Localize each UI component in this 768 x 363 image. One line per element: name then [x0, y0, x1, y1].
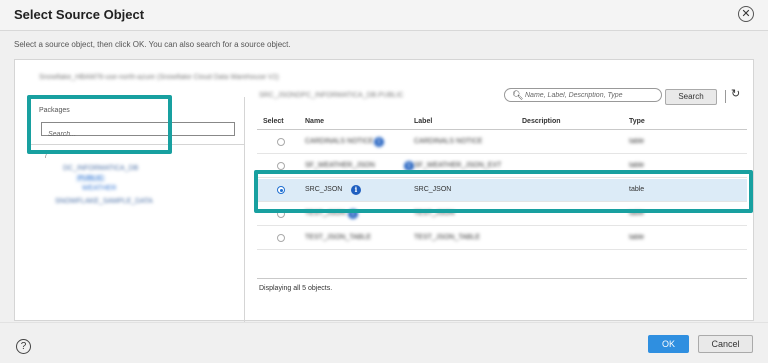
highlight-box-selected-row: [254, 170, 753, 213]
row-type: table: [629, 162, 645, 169]
object-search-input[interactable]: [525, 89, 659, 101]
highlight-box-packages: [27, 95, 172, 154]
toolbar-separator: [725, 90, 726, 103]
row-name: SF_WEATHER_JSON: [305, 162, 375, 169]
dialog-title: Select Source Object: [14, 7, 145, 22]
row-radio[interactable]: [277, 138, 285, 146]
row-type: table: [629, 234, 645, 241]
tree-item-weather[interactable]: WEATHER: [82, 185, 116, 192]
row-name: CARDINALS NOTICE: [305, 138, 374, 145]
close-icon[interactable]: ✕: [738, 6, 754, 22]
table-header: Select Name Label Description Type: [257, 113, 747, 130]
schema-name: SRC_JSONDPC_INFORMATICA_DB.PUBLIC: [259, 92, 404, 99]
table-bottom-border: [257, 278, 747, 279]
tree-root[interactable]: /: [45, 153, 47, 160]
object-search-field[interactable]: 🔍︎: [504, 88, 662, 102]
column-description[interactable]: Description: [522, 118, 561, 125]
instructions-text: Select a source object, then click OK. Y…: [14, 40, 291, 49]
row-type: table: [629, 138, 645, 145]
table-row[interactable]: TEST_JSON_TABLE TEST_JSON_TABLE table: [257, 227, 747, 250]
search-button[interactable]: Search: [665, 89, 717, 105]
tree-item-public[interactable]: PUBLIC: [76, 175, 106, 182]
search-icon[interactable]: 🔍︎: [512, 90, 523, 101]
refresh-icon[interactable]: ↻: [731, 87, 740, 100]
help-icon[interactable]: ?: [16, 339, 31, 354]
row-radio[interactable]: [277, 234, 285, 242]
footer-divider: [0, 322, 768, 323]
connection-name: Snowflake_HBAM76-use-north-azure (Snowfl…: [39, 74, 279, 81]
tree-item-sample-data[interactable]: SNOWFLAKE_SAMPLE_DATA: [55, 198, 153, 205]
dialog-header: Select Source Object ✕: [0, 0, 768, 30]
info-icon[interactable]: i: [374, 137, 384, 147]
status-text: Displaying all 5 objects.: [259, 285, 333, 292]
column-label[interactable]: Label: [414, 118, 432, 125]
header-divider: [0, 30, 768, 31]
row-label: CARDINALS NOTICE: [414, 138, 483, 145]
row-radio[interactable]: [277, 162, 285, 170]
ok-button[interactable]: OK: [648, 335, 689, 353]
tree-item-database[interactable]: DC_INFORMATICA_DB: [63, 165, 138, 172]
table-row[interactable]: CARDINALS NOTICE i CARDINALS NOTICE tabl…: [257, 131, 747, 154]
column-name[interactable]: Name: [305, 118, 324, 125]
row-name: TEST_JSON_TABLE: [305, 234, 372, 241]
row-label: TEST_JSON_TABLE: [414, 234, 481, 241]
row-label: SF_WEATHER_JSON_EXT: [414, 162, 502, 169]
column-type[interactable]: Type: [629, 118, 645, 125]
column-select: Select: [263, 118, 284, 125]
cancel-button[interactable]: Cancel: [698, 335, 753, 353]
